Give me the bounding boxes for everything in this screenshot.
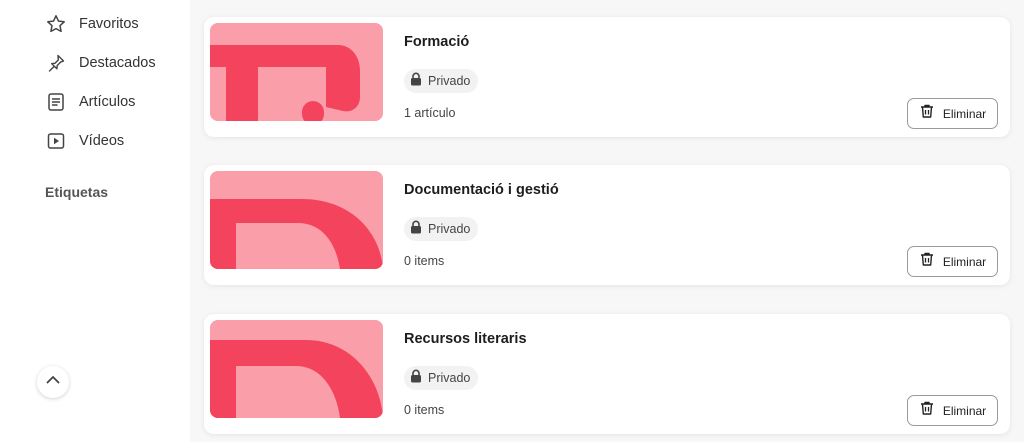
delete-label: Eliminar: [942, 254, 987, 269]
delete-button[interactable]: Eliminar: [907, 246, 998, 277]
delete-label: Eliminar: [942, 403, 987, 418]
visibility-label: Privado: [428, 371, 471, 385]
delete-button[interactable]: Eliminar: [907, 395, 998, 426]
collection-card[interactable]: Formació Privado 1 artículo Eliminar: [204, 17, 1010, 137]
lock-icon: [410, 72, 422, 91]
item-count: 1 artículo: [404, 106, 456, 120]
trash-icon: [919, 251, 935, 272]
tags-section-title: Etiquetas: [45, 184, 109, 200]
collection-thumbnail: [210, 23, 383, 121]
sidebar: Favoritos Destacados Artículos Vídeos Et…: [0, 0, 190, 442]
trash-icon: [919, 103, 935, 124]
collection-thumbnail: [210, 320, 383, 418]
sidebar-item-destacados[interactable]: Destacados: [46, 51, 156, 75]
visibility-label: Privado: [428, 74, 471, 88]
sidebar-item-favoritos[interactable]: Favoritos: [46, 12, 139, 36]
item-count: 0 items: [404, 403, 445, 417]
item-count: 0 items: [404, 254, 445, 268]
sidebar-item-label: Vídeos: [79, 133, 125, 149]
scroll-up-button[interactable]: [37, 366, 69, 398]
collection-title[interactable]: Recursos literaris: [404, 331, 527, 347]
visibility-badge: Privado: [404, 366, 479, 390]
chevron-up-icon: [44, 371, 62, 394]
star-icon: [46, 14, 66, 34]
collection-card[interactable]: Recursos literaris Privado 0 items Elimi…: [204, 314, 1010, 434]
collection-card[interactable]: Documentació i gestió Privado 0 items El…: [204, 165, 1010, 285]
visibility-label: Privado: [428, 222, 471, 236]
sidebar-item-label: Artículos: [79, 94, 136, 110]
collection-title[interactable]: Documentació i gestió: [404, 182, 559, 198]
lock-icon: [410, 220, 422, 239]
sidebar-item-videos[interactable]: Vídeos: [46, 129, 124, 153]
delete-label: Eliminar: [942, 106, 987, 121]
collection-thumbnail: [210, 171, 383, 269]
visibility-badge: Privado: [404, 217, 479, 241]
lock-icon: [410, 369, 422, 388]
video-icon: [46, 131, 66, 151]
visibility-badge: Privado: [404, 69, 479, 93]
collection-title[interactable]: Formació: [404, 34, 469, 50]
delete-button[interactable]: Eliminar: [907, 98, 998, 129]
sidebar-item-articulos[interactable]: Artículos: [46, 90, 135, 114]
sidebar-item-label: Favoritos: [79, 16, 139, 32]
pin-icon: [46, 53, 66, 73]
article-icon: [46, 92, 66, 112]
trash-icon: [919, 400, 935, 421]
sidebar-item-label: Destacados: [79, 55, 156, 71]
